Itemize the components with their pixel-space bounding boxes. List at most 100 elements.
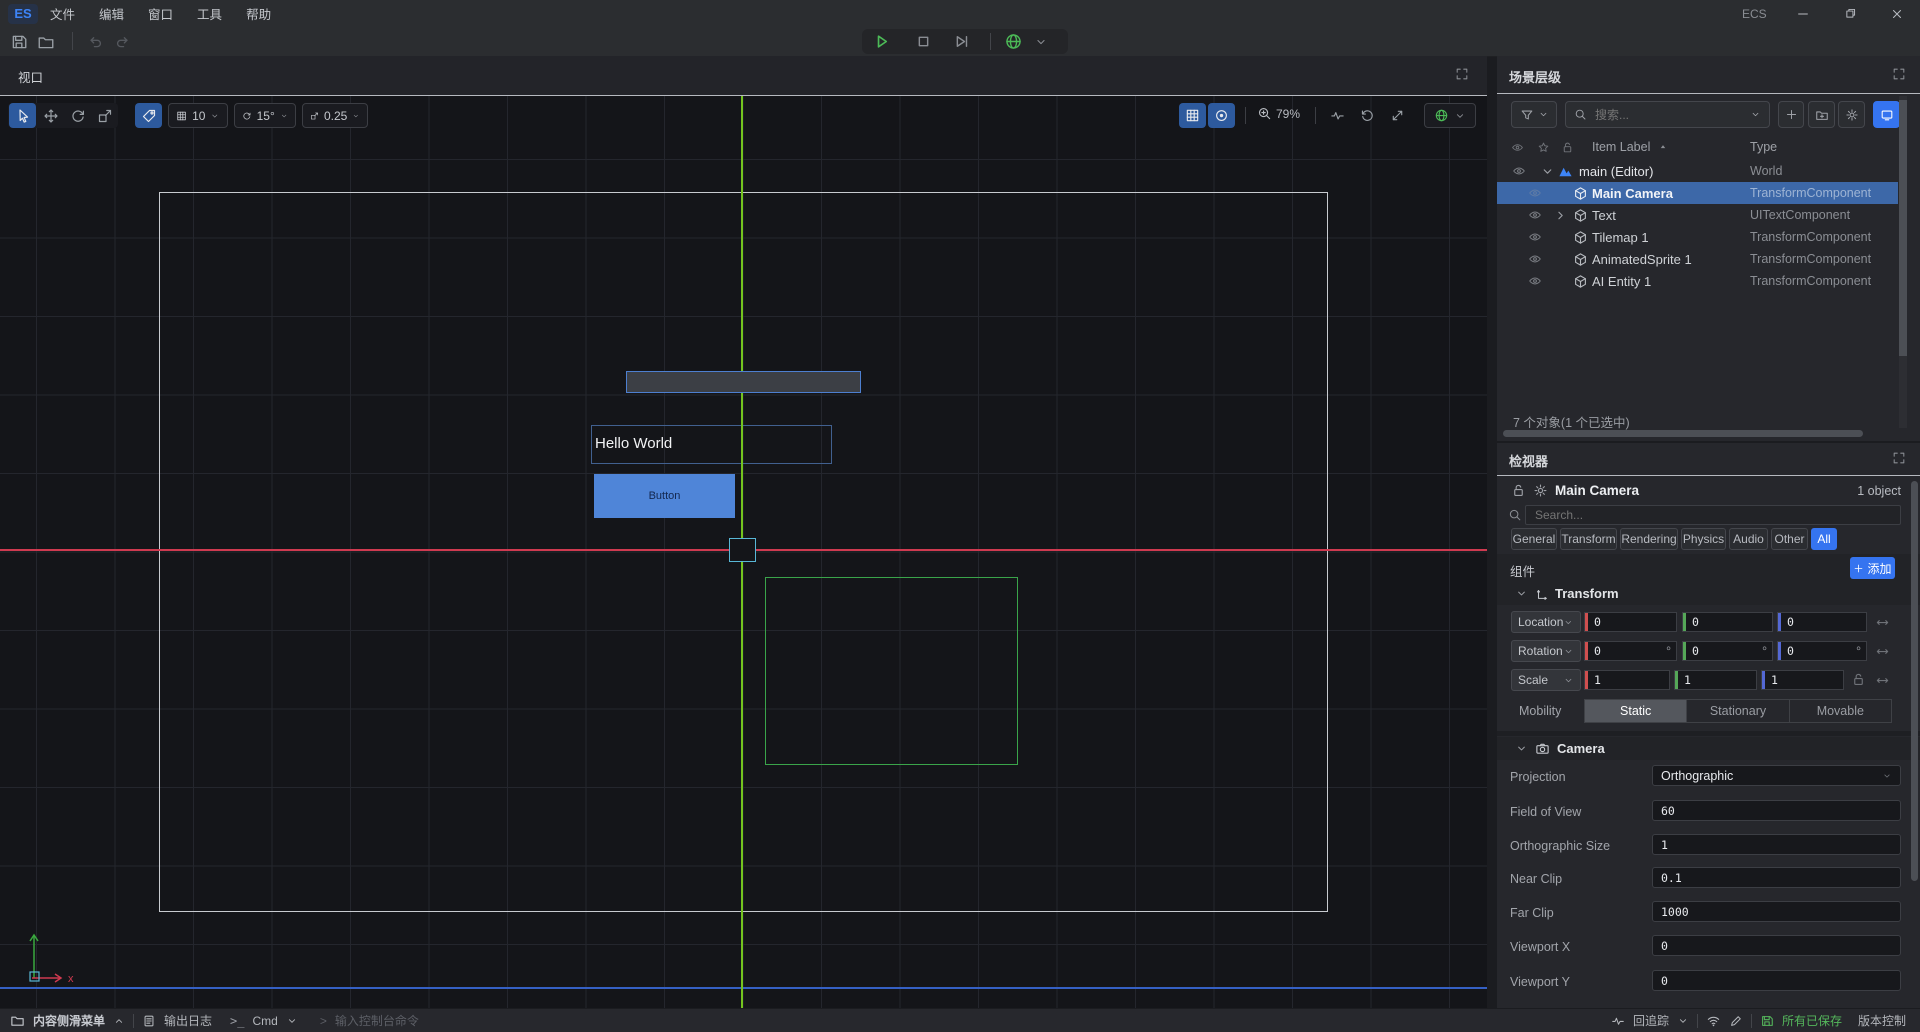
eye-icon[interactable] xyxy=(1528,252,1542,266)
chevron-right-icon[interactable] xyxy=(1553,208,1568,223)
scale-z-field[interactable]: 1 xyxy=(1761,670,1844,690)
play-button[interactable] xyxy=(872,32,891,51)
favorite-column-icon[interactable] xyxy=(1537,141,1550,154)
select-tool-button[interactable] xyxy=(9,103,36,128)
lock-open-icon[interactable] xyxy=(1511,483,1526,498)
rotation-x-field[interactable]: 0° xyxy=(1584,641,1677,661)
output-log-button[interactable]: 输出日志 xyxy=(164,1012,212,1029)
world-select-dropdown[interactable] xyxy=(1034,35,1048,49)
undo-button[interactable] xyxy=(86,33,104,51)
chevron-down-icon[interactable] xyxy=(1540,164,1555,179)
reset-view-button[interactable] xyxy=(1354,103,1381,128)
console-command-input[interactable]: 输入控制台命令 xyxy=(335,1012,419,1029)
scale-snap-dropdown[interactable]: 0.25 xyxy=(302,103,368,128)
tab-rendering[interactable]: Rendering xyxy=(1620,528,1678,550)
far-clip-field[interactable]: 1000 xyxy=(1652,901,1901,922)
zoom-indicator[interactable]: 79% xyxy=(1257,106,1300,121)
lock-column-icon[interactable] xyxy=(1561,141,1574,154)
projection-dropdown[interactable]: Orthographic xyxy=(1652,765,1901,786)
viewport-canvas[interactable]: Hello World Button x 10 xyxy=(0,96,1487,1008)
eye-icon[interactable] xyxy=(1528,274,1542,288)
world-select-button[interactable] xyxy=(1004,32,1023,51)
stats-overlay-button[interactable] xyxy=(1324,103,1351,128)
text-element-box[interactable]: Hello World xyxy=(591,425,832,464)
ortho-size-field[interactable]: 1 xyxy=(1652,834,1901,855)
eye-icon[interactable] xyxy=(1512,164,1526,178)
tab-all[interactable]: All xyxy=(1811,528,1837,550)
version-control-button[interactable]: 版本控制 xyxy=(1858,1012,1906,1029)
uniform-link-icon[interactable] xyxy=(1875,615,1890,630)
content-drawer-button[interactable]: 内容侧滑菜单 xyxy=(33,1012,105,1029)
slider-element-selected[interactable] xyxy=(626,371,861,393)
menu-file[interactable]: 文件 xyxy=(38,0,87,27)
hierarchy-row-tilemap[interactable]: Tilemap 1 TransformComponent xyxy=(1497,226,1898,248)
hierarchy-filter-button[interactable] xyxy=(1511,101,1557,128)
inspector-vertical-scrollbar[interactable] xyxy=(1911,481,1918,881)
rotation-z-field[interactable]: 0° xyxy=(1777,641,1867,661)
minimize-button[interactable] xyxy=(1786,0,1820,27)
stop-button[interactable] xyxy=(914,32,933,51)
column-type[interactable]: Type xyxy=(1750,140,1777,154)
scale-x-field[interactable]: 1 xyxy=(1584,670,1670,690)
viewport-x-field[interactable]: 0 xyxy=(1652,935,1901,956)
origin-selection-box[interactable] xyxy=(729,538,756,562)
chevron-up-icon[interactable] xyxy=(113,1015,125,1027)
hierarchy-row-world[interactable]: main (Editor) World xyxy=(1497,160,1898,182)
add-component-button[interactable]: 添加 xyxy=(1850,557,1895,579)
hierarchy-row-main-camera[interactable]: Main Camera TransformComponent xyxy=(1497,182,1898,204)
add-entity-button[interactable] xyxy=(1778,101,1804,128)
uniform-link-icon[interactable] xyxy=(1875,644,1890,659)
chevron-down-icon[interactable] xyxy=(1677,1015,1689,1027)
hierarchy-horizontal-scrollbar[interactable] xyxy=(1503,430,1863,437)
all-saved-status[interactable]: 所有已保存 xyxy=(1782,1012,1842,1029)
hierarchy-settings-button[interactable] xyxy=(1838,101,1865,128)
eye-icon[interactable] xyxy=(1528,208,1542,222)
mobility-movable[interactable]: Movable xyxy=(1789,700,1891,722)
column-item-label[interactable]: Item Label xyxy=(1592,140,1650,154)
mobility-stationary[interactable]: Stationary xyxy=(1686,700,1788,722)
grid-snap-dropdown[interactable]: 10 xyxy=(168,103,228,128)
show-grid-button[interactable] xyxy=(1179,103,1206,128)
step-button[interactable] xyxy=(952,32,971,51)
fov-field[interactable]: 60 xyxy=(1652,800,1901,821)
tab-general[interactable]: General xyxy=(1511,528,1557,550)
transform-section-header[interactable]: Transform xyxy=(1497,582,1920,605)
uniform-link-icon[interactable] xyxy=(1875,673,1890,688)
eye-icon[interactable] xyxy=(1528,230,1542,244)
tab-transform[interactable]: Transform xyxy=(1560,528,1617,550)
cmd-selector[interactable]: Cmd xyxy=(252,1014,277,1028)
viewport-sync-button[interactable] xyxy=(1873,101,1900,128)
save-button[interactable] xyxy=(10,33,28,51)
menu-tools[interactable]: 工具 xyxy=(185,0,234,27)
gizmo-visibility-button[interactable] xyxy=(1208,103,1235,128)
inspector-search-box[interactable] xyxy=(1525,505,1901,525)
menu-help[interactable]: 帮助 xyxy=(234,0,283,27)
rotation-y-field[interactable]: 0° xyxy=(1682,641,1773,661)
tab-physics[interactable]: Physics xyxy=(1681,528,1726,550)
menu-edit[interactable]: 编辑 xyxy=(87,0,136,27)
viewport-y-field[interactable]: 0 xyxy=(1652,970,1901,991)
redo-button[interactable] xyxy=(114,33,132,51)
gear-icon[interactable] xyxy=(1533,483,1548,498)
visibility-column-icon[interactable] xyxy=(1511,141,1524,154)
open-button[interactable] xyxy=(37,33,55,51)
hierarchy-search-input[interactable] xyxy=(1593,107,1744,123)
maximize-button[interactable] xyxy=(1833,0,1867,27)
location-x-field[interactable]: 0 xyxy=(1584,612,1677,632)
new-folder-button[interactable] xyxy=(1808,101,1835,128)
mobility-static[interactable]: Static xyxy=(1585,700,1686,722)
menu-window[interactable]: 窗口 xyxy=(136,0,185,27)
rotation-selector[interactable]: Rotation xyxy=(1511,640,1581,662)
chevron-down-icon[interactable] xyxy=(286,1015,298,1027)
button-element[interactable]: Button xyxy=(594,474,735,518)
fullscreen-view-button[interactable] xyxy=(1384,103,1411,128)
tab-other[interactable]: Other xyxy=(1771,528,1808,550)
scale-lock-icon[interactable] xyxy=(1851,672,1866,687)
hierarchy-vertical-scrollbar[interactable] xyxy=(1899,100,1907,356)
scale-y-field[interactable]: 1 xyxy=(1674,670,1757,690)
eye-icon[interactable] xyxy=(1528,186,1542,200)
hierarchy-search-box[interactable] xyxy=(1565,101,1770,128)
hierarchy-expand-button[interactable] xyxy=(1892,67,1906,81)
location-selector[interactable]: Location xyxy=(1511,611,1581,633)
rotate-tool-button[interactable] xyxy=(64,103,91,128)
